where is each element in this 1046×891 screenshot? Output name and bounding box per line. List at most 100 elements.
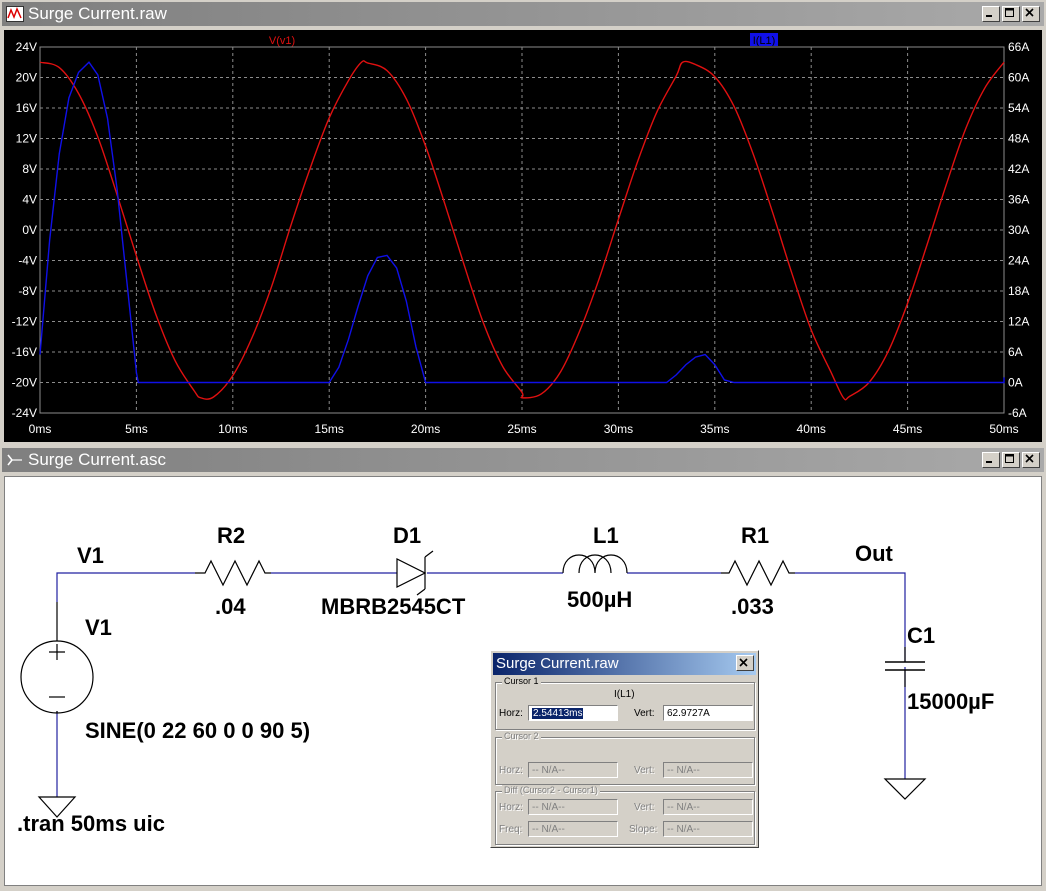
schematic-icon	[7, 454, 22, 466]
r2-name[interactable]: R2	[217, 523, 245, 548]
diff-group: Diff (Cursor2 - Cursor1) Horz: -- N/A-- …	[495, 785, 755, 845]
c1-value[interactable]: 15000µF	[907, 689, 994, 714]
d1-name[interactable]: D1	[393, 523, 421, 548]
x-tick-label: 35ms	[700, 422, 729, 436]
schematic-window-titlebar[interactable]: Surge Current.asc	[2, 448, 1044, 472]
y-left-tick-label: -8V	[18, 284, 37, 298]
y-right-tick-label: 0A	[1008, 376, 1023, 390]
diff-horz-field: -- N/A--	[528, 799, 618, 815]
y-left-tick-label: -24V	[12, 406, 37, 420]
y-right-tick-label: 60A	[1008, 71, 1029, 85]
cursor1-horz-value: 2.54413ms	[532, 708, 584, 719]
tran-directive[interactable]: .tran 50ms uic	[17, 811, 165, 836]
net-label-v1[interactable]: V1	[77, 543, 104, 568]
d1-value[interactable]: MBRB2545CT	[321, 594, 466, 619]
resistor-r1-icon[interactable]	[721, 559, 795, 587]
y-left-tick-label: 20V	[16, 71, 37, 85]
trace-label-i[interactable]: I(L1)	[753, 35, 776, 47]
cursor2-group: Cursor 2 Horz: -- N/A-- Vert: -- N/A--	[495, 731, 755, 785]
y-left-tick-label: 0V	[22, 223, 37, 237]
cursor1-trace: I(L1)	[614, 689, 635, 700]
x-tick-label: 25ms	[507, 422, 536, 436]
diff-vert-label: Vert:	[634, 802, 655, 813]
maximize-button[interactable]	[1002, 452, 1020, 468]
trace-label-v[interactable]: V(v1)	[269, 35, 295, 47]
wires[interactable]	[56, 572, 906, 797]
minimize-button[interactable]	[982, 452, 1000, 468]
cursor1-horz-label: Horz:	[499, 708, 523, 719]
x-tick-label: 20ms	[411, 422, 440, 436]
waveform-chart[interactable]: 0ms 5ms 10ms 15ms 20ms 25ms 30ms 35ms 40ms 45ms 50…	[4, 30, 1042, 442]
y-left-tick-label: -4V	[18, 254, 37, 268]
waveform-window-titlebar[interactable]: Surge Current.raw	[2, 2, 1044, 26]
y-right-tick-label: 66A	[1008, 40, 1029, 54]
cursor2-horz-label: Horz:	[499, 765, 523, 776]
y-left-tick-label: -12V	[12, 315, 37, 329]
y-right-tick-label: 12A	[1008, 315, 1029, 329]
cursor1-vert-label: Vert:	[634, 708, 655, 719]
ground-icon[interactable]	[883, 778, 927, 800]
diff-slope-field: -- N/A--	[663, 821, 753, 837]
y-right-tick-label: 6A	[1008, 345, 1023, 359]
close-icon	[739, 658, 748, 667]
close-button[interactable]	[1022, 452, 1040, 468]
y-right-tick-label: -6A	[1008, 406, 1027, 420]
voltage-source-v1-icon[interactable]	[20, 602, 94, 714]
cursor2-vert-field: -- N/A--	[663, 762, 753, 778]
cursor1-group-label: Cursor 1	[502, 676, 541, 686]
close-button[interactable]	[736, 655, 754, 671]
l1-value[interactable]: 500µH	[567, 587, 632, 612]
net-label-out[interactable]: Out	[855, 541, 894, 566]
diff-vert-field: -- N/A--	[663, 799, 753, 815]
y-right-tick-label: 24A	[1008, 254, 1029, 268]
minimize-button[interactable]	[982, 6, 1000, 22]
y-right-tick-label: 30A	[1008, 223, 1029, 237]
diff-slope-label: Slope:	[629, 824, 658, 835]
y-left-tick-label: 24V	[16, 40, 37, 54]
cursor1-vert-field[interactable]: 62.9727A	[663, 705, 753, 721]
c1-name[interactable]: C1	[907, 623, 935, 648]
x-tick-label: 50ms	[989, 422, 1018, 436]
diff-group-label: Diff (Cursor2 - Cursor1)	[502, 785, 600, 795]
cursor2-vert-label: Vert:	[634, 765, 655, 776]
y-right-tick-label: 18A	[1008, 284, 1029, 298]
diff-freq-field: -- N/A--	[528, 821, 618, 837]
y-right-tick-label: 42A	[1008, 162, 1029, 176]
cursor-dialog: Surge Current.raw Cursor 1 I(L1) Horz: 2…	[490, 650, 759, 848]
cursor-dialog-titlebar[interactable]: Surge Current.raw	[493, 653, 756, 675]
r1-value[interactable]: .033	[731, 594, 774, 619]
cursor2-horz-field: -- N/A--	[528, 762, 618, 778]
diff-freq-label: Freq:	[499, 824, 523, 835]
r1-name[interactable]: R1	[741, 523, 769, 548]
waveform-plot[interactable]: 0ms 5ms 10ms 15ms 20ms 25ms 30ms 35ms 40ms 45ms 50…	[4, 30, 1042, 442]
y-left-tick-label: -16V	[12, 345, 37, 359]
y-left-tick-label: 12V	[16, 132, 37, 146]
y-right-tick-label: 48A	[1008, 132, 1029, 146]
waveform-icon	[6, 6, 24, 22]
y-left-tick-label: 8V	[22, 162, 37, 176]
cursor-dialog-title: Surge Current.raw	[496, 655, 619, 672]
y-right-tick-label: 36A	[1008, 193, 1029, 207]
cursor1-horz-field[interactable]: 2.54413ms	[528, 705, 618, 721]
inductor-l1-icon[interactable]	[562, 554, 628, 574]
l1-name[interactable]: L1	[593, 523, 619, 548]
x-tick-label: 0ms	[29, 422, 52, 436]
diff-horz-label: Horz:	[499, 802, 523, 813]
resistor-r2-icon[interactable]	[195, 559, 271, 587]
v1-value[interactable]: SINE(0 22 60 0 0 90 5)	[85, 718, 310, 743]
x-tick-label: 15ms	[315, 422, 344, 436]
v1-name[interactable]: V1	[85, 615, 112, 640]
maximize-button[interactable]	[1002, 6, 1020, 22]
y-right-tick-label: 54A	[1008, 101, 1029, 115]
cursor1-group: Cursor 1 I(L1) Horz: 2.54413ms Vert: 62.…	[495, 676, 755, 730]
y-left-tick-label: 4V	[22, 193, 37, 207]
waveform-window: Surge Current.raw 0ms 5ms 10ms 15ms 20ms 25ms…	[0, 0, 1046, 443]
x-tick-label: 5ms	[125, 422, 148, 436]
y-left-tick-label: -20V	[12, 376, 37, 390]
y-left-tick-label: 16V	[16, 101, 37, 115]
x-tick-label: 40ms	[797, 422, 826, 436]
r2-value[interactable]: .04	[215, 594, 246, 619]
waveform-window-title: Surge Current.raw	[28, 4, 167, 23]
x-tick-label: 45ms	[893, 422, 922, 436]
close-button[interactable]	[1022, 6, 1040, 22]
